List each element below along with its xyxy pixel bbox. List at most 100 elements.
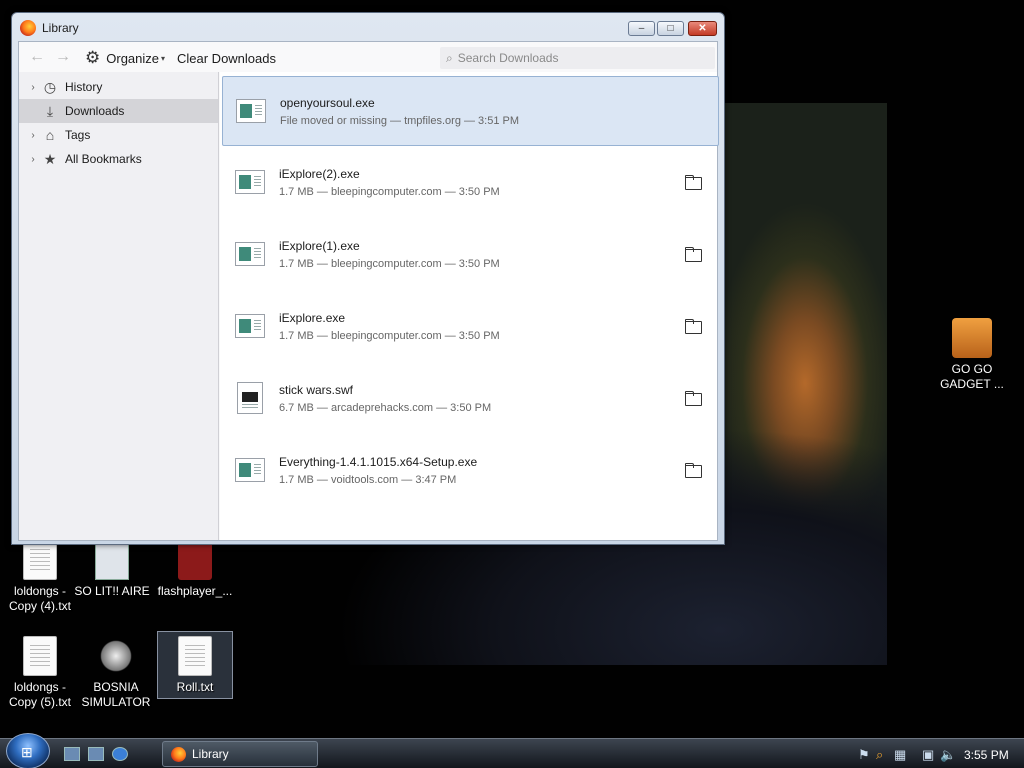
volume-muted-icon[interactable]: 🔈 — [940, 747, 956, 763]
desktop-icon-label: GO GO GADGET ... — [940, 362, 1004, 391]
download-status: 1.7 MB — bleepingcomputer.com — 3:50 PM — [279, 330, 500, 342]
tag-icon: ⌂ — [45, 127, 55, 143]
mine-icon — [99, 636, 133, 676]
desktop-icon-label: Roll.txt — [176, 680, 214, 694]
taskbar-button-label: Library — [192, 747, 229, 761]
exe-file-icon — [236, 99, 266, 123]
download-item[interactable]: openyoursoul.exe File moved or missing —… — [222, 76, 719, 146]
toolbar: ← → ⚙ Organize ▾ Clear Downloads ⌕ Searc… — [19, 42, 717, 72]
organize-button[interactable]: ⚙ Organize ▾ — [85, 48, 165, 68]
sidebar-item-label: Tags — [65, 128, 91, 142]
gear-icon: ⚙ — [85, 48, 101, 67]
desktop-icon-flashplayer[interactable]: flashplayer_... — [155, 540, 235, 599]
show-desktop-icon[interactable] — [64, 747, 80, 761]
search-icon: ⌕ — [446, 50, 453, 65]
maximize-button[interactable]: □ — [657, 21, 684, 36]
chevron-right-icon[interactable]: › — [27, 82, 39, 93]
folder-icon[interactable] — [685, 175, 702, 190]
folder-icon[interactable] — [685, 319, 702, 334]
search-downloads-input[interactable]: ⌕ Search Downloads — [440, 47, 715, 69]
system-tray: ⚑ ⌕ ▦ ▣ 🔈 3:55 PM — [856, 741, 1024, 767]
windows-logo-icon: ⊞ — [21, 744, 33, 760]
forward-button[interactable]: → — [55, 49, 71, 65]
download-item[interactable]: iExplore(2).exe 1.7 MB — bleepingcompute… — [222, 148, 719, 218]
minimize-button[interactable]: – — [628, 21, 655, 36]
desktop-icon-label: flashplayer_... — [157, 584, 233, 598]
clear-downloads-button[interactable]: Clear Downloads — [177, 51, 276, 66]
download-status: File moved or missing — tmpfiles.org — 3… — [280, 115, 520, 127]
download-status: 1.7 MB — voidtools.com — 3:47 PM — [279, 474, 457, 486]
taskbar: Library ⚑ ⌕ ▦ ▣ 🔈 3:55 PM — [0, 738, 1024, 768]
download-status: 6.7 MB — arcadeprehacks.com — 3:50 PM — [279, 402, 492, 414]
desktop-icon-bosnia-simulator[interactable]: BOSNIA SIMULATOR — [76, 636, 156, 710]
close-button[interactable]: ✕ — [688, 21, 717, 36]
sidebar-item-label: Downloads — [65, 104, 125, 118]
search-placeholder: Search Downloads — [457, 51, 559, 65]
network-icon[interactable]: ⚑ — [858, 747, 870, 763]
desktop-icon-loldongs-copy-5[interactable]: loldongs - Copy (5).txt — [0, 636, 80, 710]
close-icon: ✕ — [698, 23, 707, 34]
folder-icon[interactable] — [685, 247, 702, 262]
sidebar-item-downloads[interactable]: ⤓ Downloads — [19, 99, 218, 123]
maximize-icon: □ — [667, 23, 674, 34]
briefcase-icon — [952, 318, 992, 358]
flash-icon — [178, 540, 212, 580]
exe-file-icon — [235, 458, 265, 482]
download-item[interactable]: stick wars.swf 6.7 MB — arcadeprehacks.c… — [222, 364, 719, 434]
download-item[interactable]: iExplore.exe 1.7 MB — bleepingcomputer.c… — [222, 292, 719, 362]
arrow-left-icon: ← — [29, 48, 45, 65]
folder-icon[interactable] — [685, 391, 702, 406]
download-status: 1.7 MB — bleepingcomputer.com — 3:50 PM — [279, 258, 500, 270]
downloads-list: openyoursoul.exe File moved or missing —… — [220, 72, 719, 540]
chevron-down-icon: ▾ — [161, 53, 166, 63]
exe-file-icon — [235, 242, 265, 266]
clock[interactable]: 3:55 PM — [964, 748, 1009, 762]
shortcut-icon — [95, 540, 129, 580]
star-icon: ★ — [43, 150, 57, 167]
chevron-right-icon[interactable]: › — [27, 154, 39, 165]
text-file-icon — [23, 540, 57, 580]
desktop-icon-go-go-gadget[interactable]: GO GO GADGET ... — [932, 318, 1012, 392]
switch-windows-icon[interactable] — [88, 747, 104, 761]
clock-icon: ◷ — [43, 78, 57, 95]
title-bar[interactable]: Library – □ ✕ — [12, 13, 724, 41]
window-title: Library — [42, 21, 79, 35]
chevron-right-icon[interactable]: › — [27, 130, 39, 141]
organize-label: Organize — [106, 50, 159, 66]
internet-explorer-icon[interactable] — [112, 747, 128, 761]
exe-file-icon — [235, 170, 265, 194]
windows-update-icon[interactable]: ▦ — [894, 747, 906, 763]
library-sidebar: › ◷ History ⤓ Downloads › ⌂ Tags › ★ All… — [19, 72, 219, 540]
desktop-icon-so-lit-aire[interactable]: SO LIT!! AIRE — [72, 540, 152, 599]
firefox-icon — [171, 746, 186, 762]
desktop-icon-label: loldongs - Copy (4).txt — [8, 584, 71, 613]
download-name: openyoursoul.exe — [280, 96, 375, 110]
back-button[interactable]: ← — [29, 49, 45, 65]
search-icon[interactable]: ⌕ — [876, 747, 883, 763]
desktop-icon-label: BOSNIA SIMULATOR — [81, 680, 151, 709]
minimize-icon: – — [638, 23, 645, 34]
sidebar-item-history[interactable]: › ◷ History — [19, 75, 218, 99]
desktop-icon-loldongs-copy-4[interactable]: loldongs - Copy (4).txt — [0, 540, 80, 614]
desktop-icon-label: SO LIT!! AIRE — [74, 584, 150, 598]
sidebar-item-label: All Bookmarks — [65, 152, 142, 166]
display-icon[interactable]: ▣ — [922, 747, 934, 763]
download-item[interactable]: Everything-1.4.1.1015.x64-Setup.exe 1.7 … — [222, 436, 719, 506]
text-file-icon — [23, 636, 57, 676]
sidebar-item-tags[interactable]: › ⌂ Tags — [19, 123, 218, 147]
download-status: 1.7 MB — bleepingcomputer.com — 3:50 PM — [279, 186, 500, 198]
arrow-right-icon: → — [55, 48, 71, 65]
download-name: stick wars.swf — [279, 383, 354, 397]
download-name: iExplore(2).exe — [279, 167, 360, 181]
download-name: Everything-1.4.1.1015.x64-Setup.exe — [279, 455, 478, 469]
download-name: iExplore.exe — [279, 311, 346, 325]
download-item[interactable]: iExplore(1).exe 1.7 MB — bleepingcompute… — [222, 220, 719, 290]
folder-icon[interactable] — [685, 463, 702, 478]
start-button[interactable]: ⊞ — [6, 733, 50, 768]
text-file-icon — [178, 636, 212, 676]
firefox-icon — [20, 20, 36, 36]
sidebar-item-all-bookmarks[interactable]: › ★ All Bookmarks — [19, 147, 218, 171]
download-name: iExplore(1).exe — [279, 239, 360, 253]
taskbar-button-library[interactable]: Library — [162, 741, 318, 767]
desktop-icon-roll-txt[interactable]: Roll.txt — [157, 631, 233, 699]
